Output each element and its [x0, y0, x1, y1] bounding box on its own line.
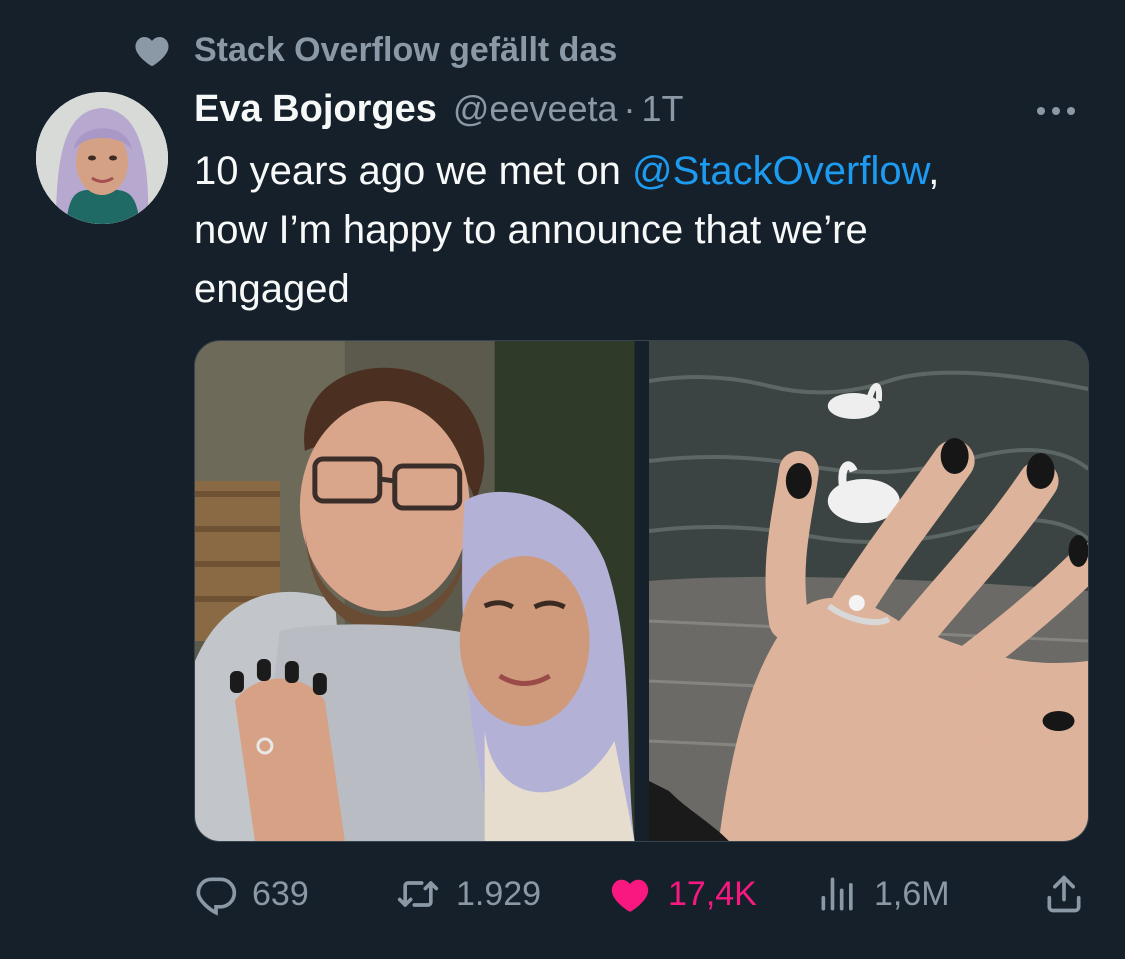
- tweet-text-segment: 10 years ago we met on: [194, 149, 633, 193]
- reply-icon: [196, 877, 237, 916]
- heart-icon: [135, 36, 169, 66]
- reply-button[interactable]: 639: [194, 866, 309, 922]
- views-count: 1,6M: [874, 874, 950, 913]
- retweet-icon: [397, 881, 439, 907]
- tweet-text: 10 years ago we met on @StackOverflow, n…: [194, 142, 1074, 319]
- avatar[interactable]: [36, 92, 168, 224]
- engagement-ring-hand-photo[interactable]: [648, 341, 1088, 841]
- tweet-header: Eva Bojorges @eeveeta · 1T: [194, 88, 684, 138]
- author-handle[interactable]: @eeveeta: [453, 88, 618, 130]
- share-icon: [1047, 875, 1081, 913]
- action-bar: 639 1.929 17,4K 1,6M: [194, 866, 1089, 922]
- social-context: Stack Overflow gefällt das: [132, 28, 617, 72]
- tweet-text-segment: ,: [928, 149, 940, 193]
- tweet[interactable]: Stack Overflow gefällt das Eva Bojorges …: [0, 0, 1125, 959]
- mention-link[interactable]: @StackOverflow: [632, 149, 928, 193]
- tweet-text-line-1: 10 years ago we met on @StackOverflow,: [194, 142, 1074, 201]
- views-button[interactable]: 1,6M: [816, 866, 950, 922]
- share-button[interactable]: [1042, 866, 1086, 922]
- social-context-label[interactable]: Stack Overflow gefällt das: [194, 31, 617, 70]
- reply-count: 639: [252, 874, 309, 913]
- more-dot-icon: [1052, 107, 1060, 115]
- tweet-text-line-3: engaged: [194, 267, 350, 311]
- retweet-count: 1.929: [456, 874, 542, 913]
- tweet-timestamp[interactable]: 1T: [642, 88, 684, 130]
- retweet-button[interactable]: 1.929: [394, 866, 541, 922]
- media-gallery: [194, 340, 1089, 842]
- like-button[interactable]: 17,4K: [606, 866, 757, 922]
- heart-filled-icon: [611, 879, 649, 912]
- author-display-name[interactable]: Eva Bojorges: [194, 88, 437, 131]
- separator-dot: ·: [623, 88, 636, 129]
- more-dot-icon: [1037, 107, 1045, 115]
- tweet-text-line-2: now I’m happy to announce that we’re: [194, 208, 868, 252]
- more-options-button[interactable]: [1028, 96, 1084, 126]
- more-dot-icon: [1067, 107, 1075, 115]
- couple-selfie-photo[interactable]: [195, 341, 635, 841]
- like-count: 17,4K: [668, 874, 757, 913]
- views-chart-icon: [821, 877, 853, 911]
